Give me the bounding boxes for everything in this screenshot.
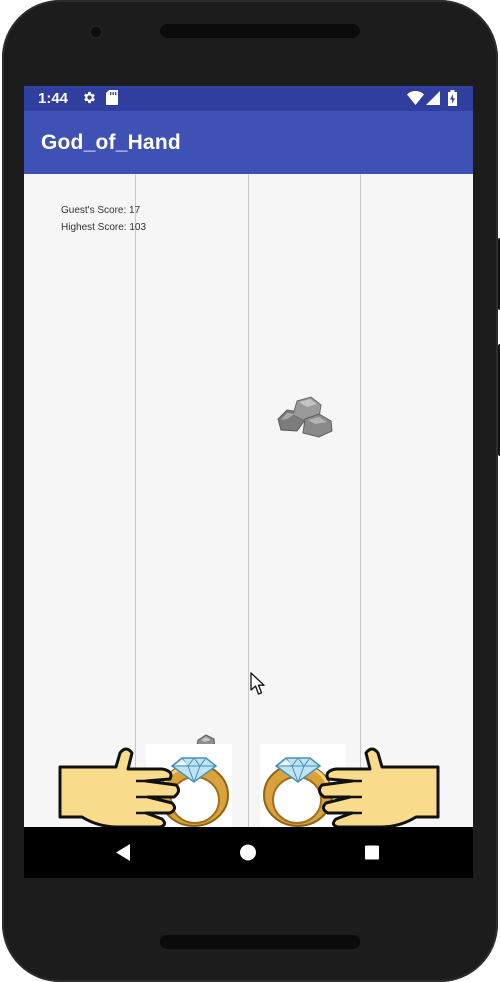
sd-card-icon	[106, 90, 118, 110]
signal-icon	[426, 91, 440, 110]
status-time: 1:44	[38, 90, 69, 107]
top-speaker	[160, 24, 360, 38]
app-title: God_of_Hand	[41, 131, 181, 154]
wifi-icon	[407, 91, 424, 110]
screen: 1:44 God_of_Hand Guest's Score: 17 Highe…	[24, 86, 473, 878]
lane-divider	[248, 174, 249, 827]
guest-score: Guest's Score: 17	[61, 205, 141, 216]
lane-divider	[360, 174, 361, 827]
right-hand-icon[interactable]	[316, 745, 440, 827]
gear-icon	[82, 90, 97, 110]
navigation-bar	[24, 827, 473, 878]
falling-rock-icon	[275, 393, 335, 443]
app-bar: God_of_Hand	[24, 111, 473, 174]
front-camera	[91, 27, 101, 37]
battery-icon	[448, 90, 457, 111]
lane-divider	[135, 174, 136, 827]
recents-icon[interactable]	[342, 827, 402, 878]
bottom-speaker	[160, 935, 360, 949]
mouse-cursor-icon	[250, 672, 266, 701]
back-icon[interactable]	[93, 827, 153, 878]
game-canvas[interactable]: Guest's Score: 17 Highest Score: 103	[24, 174, 473, 827]
left-hand-icon[interactable]	[58, 745, 184, 827]
status-bar: 1:44	[24, 86, 473, 111]
highest-score: Highest Score: 103	[61, 222, 147, 233]
home-icon[interactable]	[218, 827, 278, 878]
